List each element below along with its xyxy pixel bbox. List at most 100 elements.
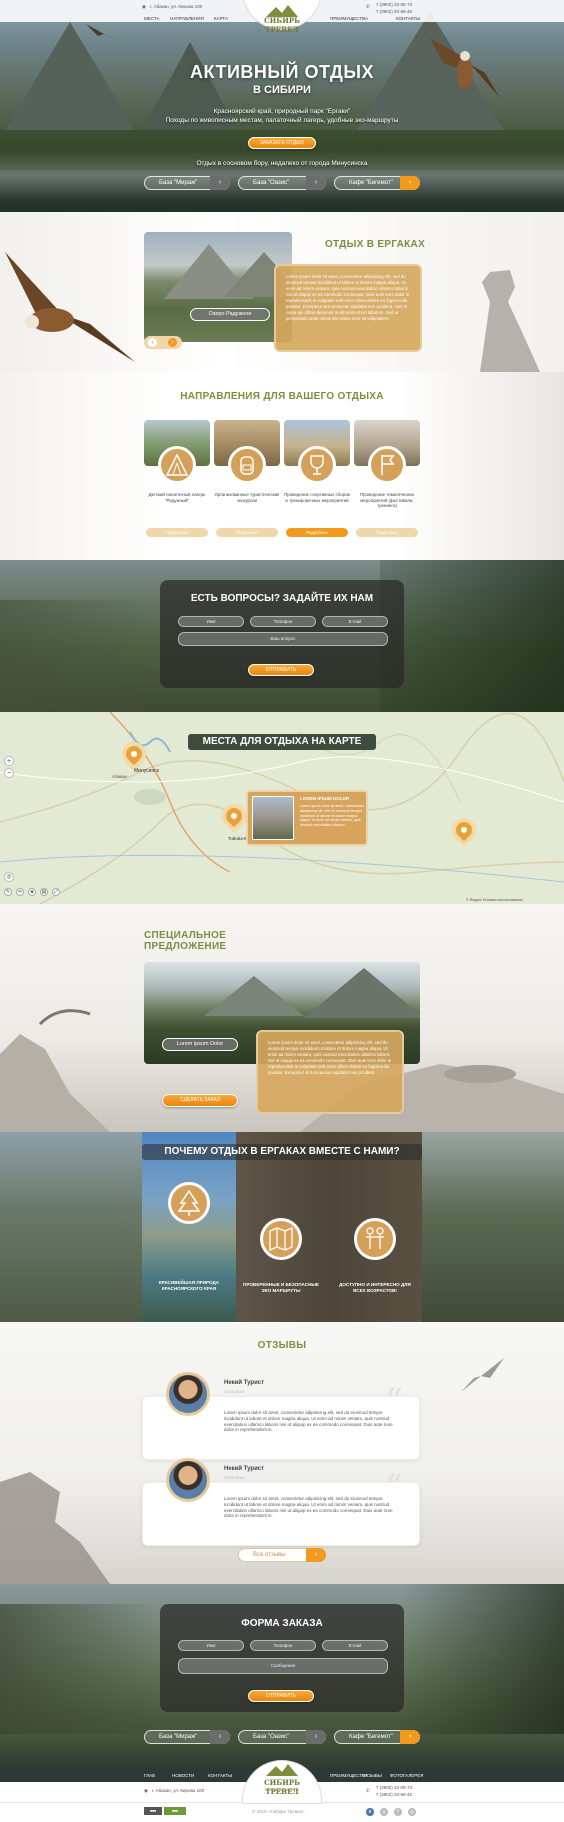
nav-item-map[interactable]: КАРТА [214, 16, 228, 21]
nav-item-contacts[interactable]: КОНТАКТЫ [396, 16, 420, 21]
footer-place-link-behemoth[interactable]: Кафе "Бегемот" › [334, 1730, 420, 1744]
direction-text: Детский палаточный лагерь "Радужный" [148, 492, 206, 503]
footer-place-link-mirage[interactable]: База "Мираж" › [144, 1730, 230, 1744]
next-arrow-icon[interactable]: › [168, 338, 177, 347]
footer-nav-item[interactable]: ОТЗЫВЫ [362, 1773, 382, 1778]
name-field[interactable]: Имя [178, 1640, 244, 1651]
ergaki-text-card: Lorem ipsum dolor sit amet, consectetur … [274, 264, 422, 352]
zoom-out-icon[interactable]: − [4, 768, 14, 778]
route-icon[interactable]: ↬ [16, 888, 24, 896]
popup-text: Lorem ipsum dolor sit amet, consectetur … [300, 804, 364, 828]
reviews-title: ОТЗЫВЫ [257, 1340, 307, 1351]
arrow-right-icon: › [210, 176, 230, 190]
instagram-icon[interactable]: ◎ [408, 1808, 416, 1816]
arrow-right-icon: › [306, 1548, 326, 1562]
footer-nav-item[interactable]: ГЛАВ [144, 1773, 155, 1778]
order-vacation-button[interactable]: ЗАКАЗАТЬ ОТДЫХ [248, 137, 316, 149]
map-section: МЕСТА ДЛЯ ОТДЫХА НА КАРТЕ Минусинск Абак… [0, 712, 564, 904]
ergaki-section: ОТДЫХ В ЕРГАКАХ Озеро Радужное Lorem ips… [0, 212, 564, 372]
traffic-icon[interactable]: ◈ [28, 888, 36, 896]
direction-card: Детский палаточный лагерь "Радужный" Под… [144, 420, 210, 542]
nav-item-advantages[interactable]: ПРЕИМУЩЕСТВА [330, 16, 368, 21]
why-item-text: КРАСИВЕЙШАЯ ПРИРОДА КРАСНОЯРСКОГО КРАЯ [158, 1280, 220, 1291]
ruler-icon[interactable]: ✎ [4, 888, 12, 896]
footer-nav-item[interactable]: ФОТОГАЛЕРЕЯ [390, 1773, 423, 1778]
tent-icon [158, 446, 196, 484]
direction-text: Организованные туристические экскурсии [214, 492, 280, 503]
directions-title: НАПРАВЛЕНИЯ ДЛЯ ВАШЕГО ОТДЫХА [180, 391, 384, 402]
order-title: ФОРМА ЗАКАЗА [241, 1618, 323, 1629]
rock-formation [0, 1009, 110, 1132]
odnoklassniki-icon[interactable]: о [380, 1808, 388, 1816]
why-item-text: ПРОВЕРЕННЫЕ И БЕЗОПАСНЫЕ ЭКО МАРШРУТЫ [243, 1282, 319, 1293]
header-address: г. Абакан, ул. Кирова 100 [150, 4, 203, 9]
phone-field[interactable]: Телефон [250, 616, 316, 627]
place-label: База "Оазис" [253, 1734, 290, 1740]
counter-badge[interactable]: ■■■ [144, 1807, 162, 1815]
direction-card: Проведение спортивных сборов и тренирово… [284, 420, 350, 542]
counter-badge[interactable]: ■■■ [164, 1807, 186, 1815]
questions-section: ЕСТЬ ВОПРОСЫ? ЗАДАЙТЕ ИХ НАМ Имя Телефон… [0, 560, 564, 712]
direction-text: Проведение спортивных сборов и тренирово… [284, 492, 350, 503]
avatar [166, 1458, 210, 1502]
prev-arrow-icon[interactable]: ‹ [148, 338, 157, 347]
geolocation-icon[interactable]: ◎ [4, 872, 14, 882]
why-section: ПОЧЕМУ ОТДЫХ В ЕРГАКАХ ВМЕСТЕ С НАМИ? КР… [0, 1132, 564, 1322]
footer-phone-2: 7 (3902) 20-65-45 [376, 1792, 413, 1797]
details-button[interactable]: Подробнее [286, 528, 348, 537]
place-link-behemoth[interactable]: Кафе "Бегемот" › [334, 176, 420, 190]
direction-text: Проведение тематических мероприятий (фес… [360, 492, 414, 509]
map-toolbar: ✎ ↬ ◈ ▤ ⤢ [4, 888, 74, 898]
hero-subtitle: В СИБИРИ [253, 84, 311, 96]
map-popup: LOREM IPSUM DOLOR Lorem ipsum dolor sit … [246, 790, 368, 846]
send-question-button[interactable]: ОТПРАВИТЬ [248, 664, 314, 676]
map-city: Минусинск [134, 768, 159, 774]
vk-icon[interactable]: в [366, 1808, 374, 1816]
place-label: База "Мираж" [159, 1734, 198, 1740]
footer-nav-item[interactable]: НОВОСТИ [172, 1773, 194, 1778]
details-button[interactable]: Подробнее [356, 528, 418, 537]
details-button[interactable]: Подробнее [216, 528, 278, 537]
place-link-oasis[interactable]: База "Оазис" › [238, 176, 326, 190]
place-label: База "Оазис" [253, 180, 290, 186]
question-field[interactable]: Ваш вопрос [178, 632, 388, 646]
phone-field[interactable]: Телефон [250, 1640, 316, 1651]
review-text: Lorem ipsum dolor sit amet, consectetur … [224, 1410, 393, 1433]
why-title: ПОЧЕМУ ОТДЫХ В ЕРГАКАХ ВМЕСТЕ С НАМИ? [164, 1146, 400, 1157]
why-item-text: ДОСТУПНО И ИНТЕРЕСНО ДЛЯ ВСЕХ ВОЗРАСТОВ! [339, 1282, 411, 1293]
message-field[interactable]: Сообщение [178, 1658, 388, 1674]
nav-item-directions[interactable]: НАПРАВЛЕНИЯ [170, 16, 204, 21]
email-field[interactable]: E-mail [322, 1640, 388, 1651]
flag-icon [368, 446, 406, 484]
reviewer-name: Некий Турист [224, 1380, 265, 1386]
make-order-button[interactable]: СДЕЛАТЬ ЗАКАЗ [162, 1094, 238, 1107]
name-field[interactable]: Имя [178, 616, 244, 627]
fullscreen-icon[interactable]: ⤢ [52, 888, 60, 896]
avatar [166, 1372, 210, 1416]
popup-title: LOREM IPSUM DOLOR [300, 796, 350, 801]
tree-icon [168, 1182, 210, 1224]
hero-line-2: Походы по живописным местам, палаточный … [165, 117, 399, 124]
trophy-icon [298, 446, 336, 484]
email-field[interactable]: E-mail [322, 616, 388, 627]
all-reviews-button[interactable]: Все отзывы › [238, 1548, 326, 1562]
backpack-icon [228, 446, 266, 484]
location-icon: ◉ [142, 4, 146, 9]
zoom-in-icon[interactable]: + [4, 756, 14, 766]
family-icon [354, 1218, 396, 1260]
arrow-right-icon: › [306, 1730, 326, 1744]
layers-icon[interactable]: ▤ [40, 888, 48, 896]
send-order-button[interactable]: ОТПРАВИТЬ [248, 1690, 314, 1702]
footer-place-link-oasis[interactable]: База "Оазис" › [238, 1730, 326, 1744]
header-phone-2: 7 (3902) 20-65-45 [376, 9, 413, 14]
place-link-mirage[interactable]: База "Мираж" › [144, 176, 230, 190]
nav-item-places[interactable]: МЕСТА [144, 16, 159, 21]
all-reviews-label: Все отзывы [253, 1552, 286, 1558]
hero-title: АКТИВНЫЙ ОТДЫХ [190, 62, 374, 82]
ergaki-title: ОТДЫХ В ЕРГАКАХ [324, 239, 426, 250]
quote-icon: “ [386, 1382, 404, 1417]
arrow-right-icon: › [400, 176, 420, 190]
facebook-icon[interactable]: f [394, 1808, 402, 1816]
footer-nav-item[interactable]: КОНТАКТЫ [208, 1773, 232, 1778]
details-button[interactable]: Подробнее [146, 528, 208, 537]
